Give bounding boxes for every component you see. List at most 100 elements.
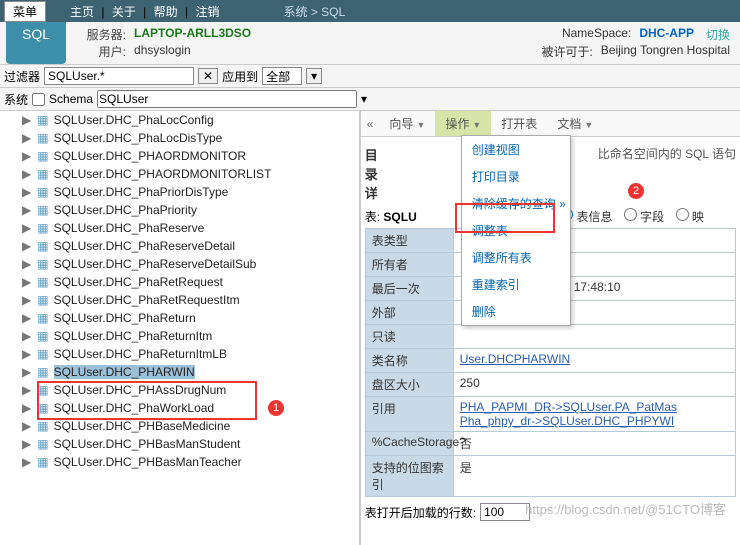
radio-field[interactable]: 字段 <box>624 210 664 224</box>
tree-item[interactable]: ▶▦SQLUser.DHC_PHARWIN <box>0 363 359 381</box>
menu-item[interactable]: 调整表 <box>462 217 570 244</box>
tree-item[interactable]: ▶▦SQLUser.DHC_PHBasManTeacher <box>0 453 359 471</box>
schema-tree[interactable]: ▶▦SQLUser.DHC_PhaLocConfig▶▦SQLUser.DHC_… <box>0 111 361 545</box>
link-logout[interactable]: 注销 <box>195 5 219 19</box>
tab-doc[interactable]: 文档▼ <box>547 111 603 136</box>
tree-expand-icon[interactable]: ▶ <box>22 275 31 289</box>
menu-item[interactable]: 清除缓存的查询 » <box>462 190 570 217</box>
apply-label: 应用到 <box>222 68 258 85</box>
table-icon: ▦ <box>37 149 48 163</box>
action-dropdown: 创建视图打印目录清除缓存的查询 »调整表调整所有表重建索引删除 <box>461 135 571 326</box>
link-home[interactable]: 主页 <box>70 5 94 19</box>
tree-expand-icon[interactable]: ▶ <box>22 347 31 361</box>
top-links: 主页 | 关于 | 帮助 | 注销 <box>66 3 223 20</box>
tree-expand-icon[interactable]: ▶ <box>22 437 31 451</box>
schema-label: Schema <box>49 92 93 106</box>
tree-item[interactable]: ▶▦SQLUser.DHC_PhaRetRequestItm <box>0 291 359 309</box>
tree-item[interactable]: ▶▦SQLUser.DHC_PHAssDrugNum <box>0 381 359 399</box>
row-cls-v: User.DHCPHARWIN <box>454 349 735 372</box>
tree-item[interactable]: ▶▦SQLUser.DHC_PHBaseMedicine <box>0 417 359 435</box>
tree-expand-icon[interactable]: ▶ <box>22 401 31 415</box>
sys-checkbox[interactable] <box>32 93 45 106</box>
schema-input[interactable] <box>97 90 357 108</box>
tree-expand-icon[interactable]: ▶ <box>22 149 31 163</box>
breadcrumb: 系统 > SQL <box>283 3 345 20</box>
table-icon: ▦ <box>37 221 48 235</box>
tree-item[interactable]: ▶▦SQLUser.DHC_PhaReturnItmLB <box>0 345 359 363</box>
radio-map[interactable]: 映 <box>676 210 704 224</box>
link-about[interactable]: 关于 <box>112 5 136 19</box>
tree-expand-icon[interactable]: ▶ <box>22 329 31 343</box>
tree-expand-icon[interactable]: ▶ <box>22 185 31 199</box>
tree-expand-icon[interactable]: ▶ <box>22 365 31 379</box>
tree-item[interactable]: ▶▦SQLUser.DHC_PHAORDMONITOR <box>0 147 359 165</box>
chevron-left-icon[interactable]: « <box>361 113 380 135</box>
table-icon: ▦ <box>37 401 48 415</box>
table-icon: ▦ <box>37 419 48 433</box>
foot-input[interactable] <box>480 503 530 521</box>
tree-item[interactable]: ▶▦SQLUser.DHC_PhaReserveDetailSub <box>0 255 359 273</box>
tree-expand-icon[interactable]: ▶ <box>22 419 31 433</box>
tab-open-table[interactable]: 打开表 <box>491 111 547 136</box>
tree-item[interactable]: ▶▦SQLUser.DHC_PhaRetRequest <box>0 273 359 291</box>
table-icon: ▦ <box>37 113 48 127</box>
tab-guide[interactable]: 向导▼ <box>379 111 435 136</box>
menu-item[interactable]: 打印目录 <box>462 163 570 190</box>
watermark: https://blog.csdn.net/@51CTO博客 <box>525 499 726 518</box>
row-bmp-k: 支持的位图索引 <box>366 456 454 496</box>
menu-item[interactable]: 删除 <box>462 298 570 325</box>
scope-dropdown-button[interactable]: ▾ <box>306 68 322 84</box>
tree-item[interactable]: ▶▦SQLUser.DHC_PHAORDMONITORLIST <box>0 165 359 183</box>
menu-item[interactable]: 重建索引 <box>462 271 570 298</box>
table-name: SQLU <box>383 210 416 224</box>
tab-action[interactable]: 操作▼ <box>435 111 491 136</box>
table-icon: ▦ <box>37 275 48 289</box>
tree-expand-icon[interactable]: ▶ <box>22 113 31 127</box>
server-label: 服务器: <box>76 26 126 43</box>
tree-expand-icon[interactable]: ▶ <box>22 383 31 397</box>
table-icon: ▦ <box>37 167 48 181</box>
link-help[interactable]: 帮助 <box>154 5 178 19</box>
page-title: SQL <box>6 22 66 64</box>
tree-expand-icon[interactable]: ▶ <box>22 221 31 235</box>
tree-item[interactable]: ▶▦SQLUser.DHC_PHBasManStudent <box>0 435 359 453</box>
row-ext-k: 外部 <box>366 301 454 324</box>
tree-item[interactable]: ▶▦SQLUser.DHC_PhaReturn <box>0 309 359 327</box>
menu-item[interactable]: 创建视图 <box>462 136 570 163</box>
tree-item[interactable]: ▶▦SQLUser.DHC_PhaPriorDisType <box>0 183 359 201</box>
menu-item[interactable]: 调整所有表 <box>462 244 570 271</box>
tree-item[interactable]: ▶▦SQLUser.DHC_PhaLocDisType <box>0 129 359 147</box>
schema-dropdown-button[interactable]: ▾ <box>361 92 367 106</box>
tree-expand-icon[interactable]: ▶ <box>22 455 31 469</box>
tree-item[interactable]: ▶▦SQLUser.DHC_PhaPriority <box>0 201 359 219</box>
filter-clear-button[interactable]: ✕ <box>198 68 218 84</box>
tree-item[interactable]: ▶▦SQLUser.DHC_PhaReserveDetail <box>0 237 359 255</box>
table-icon: ▦ <box>37 311 48 325</box>
tree-item[interactable]: ▶▦SQLUser.DHC_PhaReserve <box>0 219 359 237</box>
table-icon: ▦ <box>37 383 48 397</box>
row-ref-v: PHA_PAPMI_DR->SQLUser.PA_PatMasPha_phpy_… <box>454 397 735 431</box>
table-icon: ▦ <box>37 257 48 271</box>
row-ro-k: 只读 <box>366 325 454 348</box>
tree-expand-icon[interactable]: ▶ <box>22 167 31 181</box>
tree-item[interactable]: ▶▦SQLUser.DHC_PhaReturnItm <box>0 327 359 345</box>
filter-input[interactable] <box>44 67 194 85</box>
tree-item[interactable]: ▶▦SQLUser.DHC_PhaWorkLoad <box>0 399 359 417</box>
tree-item[interactable]: ▶▦SQLUser.DHC_PhaLocConfig <box>0 111 359 129</box>
tree-expand-icon[interactable]: ▶ <box>22 203 31 217</box>
filter-label: 过滤器 <box>4 68 40 85</box>
tree-expand-icon[interactable]: ▶ <box>22 239 31 253</box>
row-bmp-v: 是 <box>454 456 735 496</box>
tree-expand-icon[interactable]: ▶ <box>22 257 31 271</box>
row-type-k: 表类型 <box>366 229 454 252</box>
foot-label: 表打开后加载的行数: <box>365 504 476 521</box>
row-ext2-k: 盘区大小 <box>366 373 454 396</box>
menu-button[interactable]: 菜单 <box>4 1 46 22</box>
tree-expand-icon[interactable]: ▶ <box>22 311 31 325</box>
ns-switch-link[interactable]: 切换 <box>706 26 730 43</box>
tree-expand-icon[interactable]: ▶ <box>22 131 31 145</box>
detail-heading: 目录详 <box>365 143 378 204</box>
scope-input[interactable] <box>262 67 302 85</box>
tree-expand-icon[interactable]: ▶ <box>22 293 31 307</box>
table-icon: ▦ <box>37 329 48 343</box>
